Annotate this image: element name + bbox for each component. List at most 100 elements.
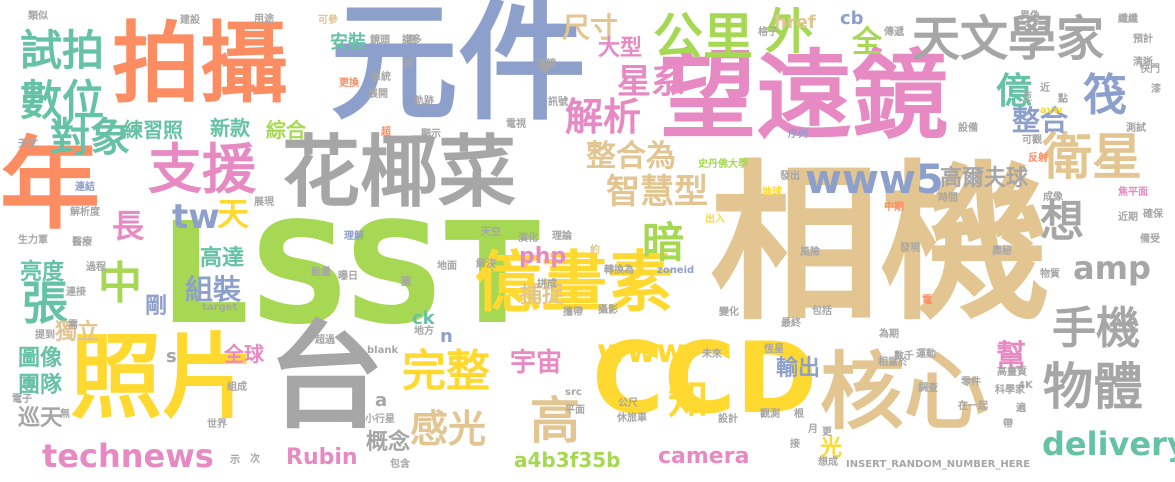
word-s: s	[166, 346, 177, 367]
word-small: 包括	[812, 306, 832, 317]
word-assemble: 組裝	[185, 273, 242, 306]
word-small: 示	[230, 455, 240, 466]
word-high: 高	[530, 392, 580, 450]
word-small: 為期	[879, 329, 899, 340]
word-small: 預計	[1133, 34, 1153, 45]
word-small: 電	[922, 295, 932, 306]
word-delivery: delivery	[1042, 425, 1175, 463]
word-small: 次	[250, 454, 260, 465]
word-small: 地球	[762, 187, 782, 198]
word-small: INSERT_RANDOM_NUMBER_HERE	[846, 459, 1031, 470]
word-small: 類似	[28, 11, 48, 22]
word-rubin: Rubin	[286, 445, 358, 470]
word-small: 小行星	[365, 414, 395, 425]
word-tw: tw	[172, 197, 220, 237]
word-just: 剛	[145, 294, 168, 319]
word-small: 用途	[254, 14, 274, 25]
word-small: 運動	[916, 349, 936, 360]
word-smart: 智慧型	[606, 172, 708, 212]
word-image: 圖像	[18, 346, 63, 371]
word-long: 長	[112, 207, 145, 245]
word-brightness: 亮度	[20, 260, 65, 285]
word-small: 奧秘	[992, 246, 1012, 257]
word-up-to: 高達	[200, 246, 245, 271]
word-small: 螢幕	[305, 412, 325, 423]
word-small: 反射	[1028, 153, 1048, 164]
word-small: 拼	[404, 59, 414, 70]
word-small: 在一起	[958, 401, 988, 412]
word-small: 異偽	[1020, 11, 1040, 22]
word-small: 更換	[339, 78, 359, 89]
word-all: 全	[852, 25, 882, 60]
word-cloud: 相機 LSST 元件 望遠鏡 拍攝 花椰菜 CCD 年 照片 台 核心 億畫素 …	[0, 0, 1175, 482]
word-small: 快門	[1140, 64, 1160, 75]
word-small: 觀測	[760, 409, 780, 420]
word-small: 恆星	[764, 344, 784, 355]
word-small: 亞	[1022, 92, 1032, 103]
word-small: avw	[1040, 105, 1063, 116]
word-photosensitive: 感光	[410, 407, 487, 451]
word-small: 理論	[552, 231, 572, 242]
word-sky: 天	[217, 195, 250, 233]
word-shoot: 拍攝	[112, 12, 289, 115]
word-concept: 概念	[366, 430, 411, 455]
word-know: 知	[668, 377, 708, 423]
word-object: 物體	[1043, 358, 1143, 416]
word-support: 支援	[148, 138, 256, 201]
word-small: 超過	[315, 335, 335, 346]
word-a: a	[375, 390, 388, 411]
word-cb: cb	[840, 8, 864, 29]
word-small: 纖纖	[1118, 14, 1138, 25]
word-small: 零件	[961, 377, 981, 388]
word-camera-en: camera	[658, 444, 750, 469]
word-small: 世界	[207, 419, 227, 430]
word-km: 公里	[653, 8, 753, 66]
word-small: 想成	[818, 457, 838, 468]
word-astronomer: 天文學家	[912, 11, 1105, 67]
word-small: src	[565, 387, 582, 398]
word-small: 遍	[1016, 403, 1026, 414]
word-small: 天空	[481, 227, 501, 238]
word-small: 可參	[318, 15, 338, 26]
word-small: 出入	[705, 214, 725, 225]
word-small: 史丹佛大學	[698, 159, 748, 170]
word-small: 設計	[718, 414, 738, 425]
word-small: 點	[1058, 94, 1068, 105]
word-large: 大型	[598, 36, 643, 61]
word-small: 地方	[414, 326, 434, 337]
word-small: 未來	[702, 349, 722, 360]
word-small: 物質	[1040, 269, 1060, 280]
word-complete: 完整	[402, 346, 490, 397]
word-small: 系統	[371, 72, 391, 83]
word-small: 確保	[1143, 209, 1163, 220]
word-galaxy: 星系	[617, 62, 685, 102]
word-small: 建設	[180, 15, 200, 26]
word-small: 能量	[311, 267, 331, 278]
word-small: 鏡頭	[370, 35, 390, 46]
word-small: target	[202, 302, 238, 313]
word-small: 近期	[1118, 212, 1138, 223]
word-new-model: 新款	[210, 116, 250, 140]
word-small: 成像	[1043, 192, 1063, 203]
word-small: 地面	[437, 261, 457, 272]
word-small: 4K	[1018, 380, 1033, 391]
word-comprehensive: 綜合	[266, 118, 306, 142]
word-output: 輸出	[776, 356, 821, 381]
word-small: 演化	[518, 233, 538, 244]
word-small: 展現	[254, 197, 274, 208]
word-small: 焦平面	[1118, 187, 1148, 198]
word-small: 超	[381, 127, 391, 138]
word-small: 測試	[1126, 123, 1146, 134]
word-small: 理解	[344, 231, 364, 242]
word-small: 約	[590, 245, 600, 256]
word-small: 展開	[368, 89, 388, 100]
word-small: 裡	[540, 65, 550, 76]
word-golf-ball: 高爾夫球	[940, 166, 1029, 191]
word-small: 天文	[18, 139, 38, 150]
word-small: 根	[794, 409, 804, 420]
word-small: 解析度	[70, 207, 100, 218]
word-resolve: 解析	[565, 95, 642, 139]
word-install: 安裝	[330, 32, 366, 53]
word-think: 想	[1040, 196, 1084, 247]
word-small: 過程	[86, 262, 106, 273]
